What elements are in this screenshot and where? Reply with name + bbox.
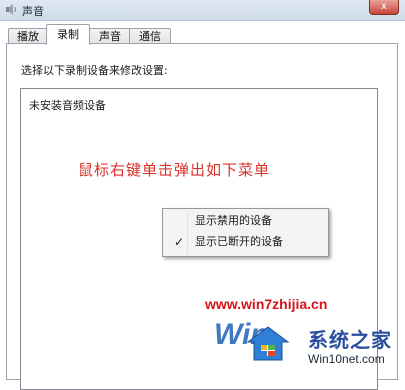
- speaker-icon: [6, 4, 16, 15]
- menu-item-label: 显示已断开的设备: [195, 235, 283, 248]
- window-titlebar: 声音 x: [0, 0, 405, 21]
- instruction-text: 选择以下录制设备来修改设置:: [21, 64, 168, 77]
- tab-communications[interactable]: 通信: [129, 28, 171, 44]
- brand-logo: 系统之家 Win10net.com: [246, 322, 405, 373]
- checkmark-icon: ✓: [174, 235, 185, 249]
- house-logo-icon: [246, 326, 290, 361]
- menu-item-label: 显示禁用的设备: [195, 214, 272, 227]
- brand-name-en: Win10net.com: [308, 352, 385, 366]
- no-device-message: 未安装音频设备: [29, 99, 106, 112]
- tab-playback[interactable]: 播放: [8, 28, 48, 44]
- brand-name-cn: 系统之家: [308, 328, 392, 352]
- close-button[interactable]: x: [369, 0, 399, 15]
- annotation-text: 鼠标右键单击弹出如下菜单: [78, 161, 271, 179]
- window-title: 声音: [22, 5, 44, 18]
- menu-item-show-disabled[interactable]: 显示禁用的设备: [165, 211, 326, 231]
- tab-recording[interactable]: 录制: [46, 24, 90, 45]
- watermark-url: www.win7zhijia.cn: [205, 296, 328, 312]
- menu-item-show-disconnected[interactable]: ✓ 显示已断开的设备: [165, 232, 326, 252]
- tab-sounds[interactable]: 声音: [89, 28, 131, 44]
- context-menu: 显示禁用的设备 ✓ 显示已断开的设备: [162, 208, 329, 257]
